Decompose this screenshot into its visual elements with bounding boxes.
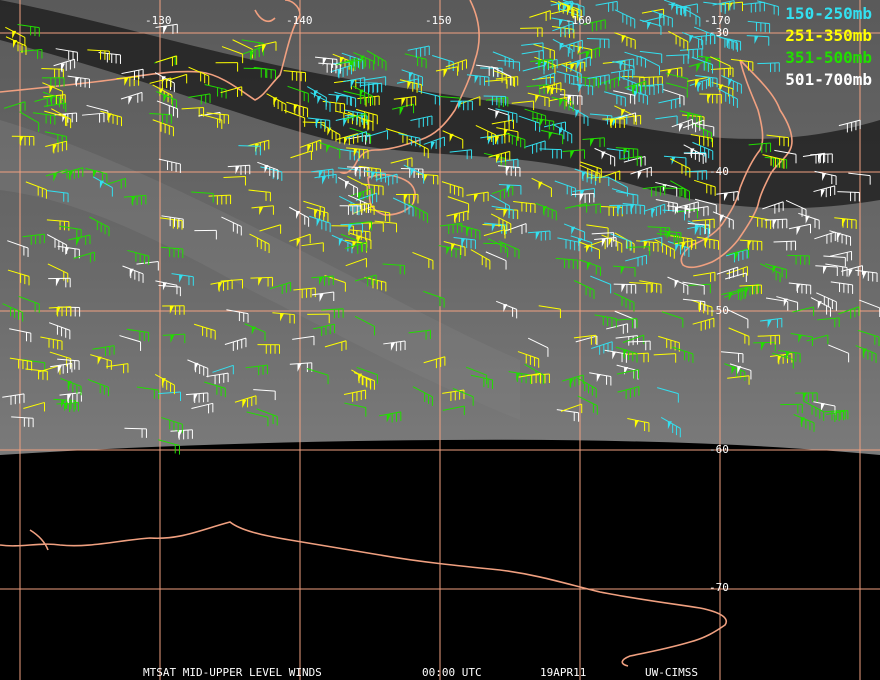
barb-shaft	[238, 145, 261, 147]
lon-label-150: -150	[425, 14, 452, 27]
legend-501-700mb: 501-700mb	[785, 70, 872, 89]
barb-shaft	[124, 427, 147, 430]
barb-shaft	[787, 254, 810, 257]
lon-label-140: -140	[286, 14, 313, 27]
barb-shaft	[627, 246, 650, 248]
satellite-wind-map: -130 -140 -150 -160 -170 -30 -40 -50 -60…	[0, 0, 880, 680]
legend-150-250mb: 150-250mb	[785, 4, 872, 23]
legend-251-350mb: 251-350mb	[785, 26, 872, 45]
legend-351-500mb: 351-500mb	[785, 48, 872, 67]
barb-shaft	[586, 38, 609, 40]
map-canvas	[0, 0, 880, 680]
footer-caption: MTSAT MID-UPPER LEVEL WINDS 00:00 UTC 19…	[0, 666, 880, 679]
footer-time: 00:00 UTC	[422, 666, 482, 679]
footer-product: MTSAT MID-UPPER LEVEL WINDS	[143, 666, 322, 679]
lat-label-40: -40	[709, 165, 729, 178]
footer-date: 19APR11	[540, 666, 587, 679]
lat-label-70: -70	[709, 581, 729, 594]
footer-source: UW-CIMSS	[645, 666, 698, 679]
lat-label-50: -50	[709, 304, 729, 317]
lon-label-130: -130	[145, 14, 172, 27]
lat-label-60: -60	[709, 443, 729, 456]
lat-label-30: -30	[709, 26, 729, 39]
lon-label-160: -160	[565, 14, 592, 27]
